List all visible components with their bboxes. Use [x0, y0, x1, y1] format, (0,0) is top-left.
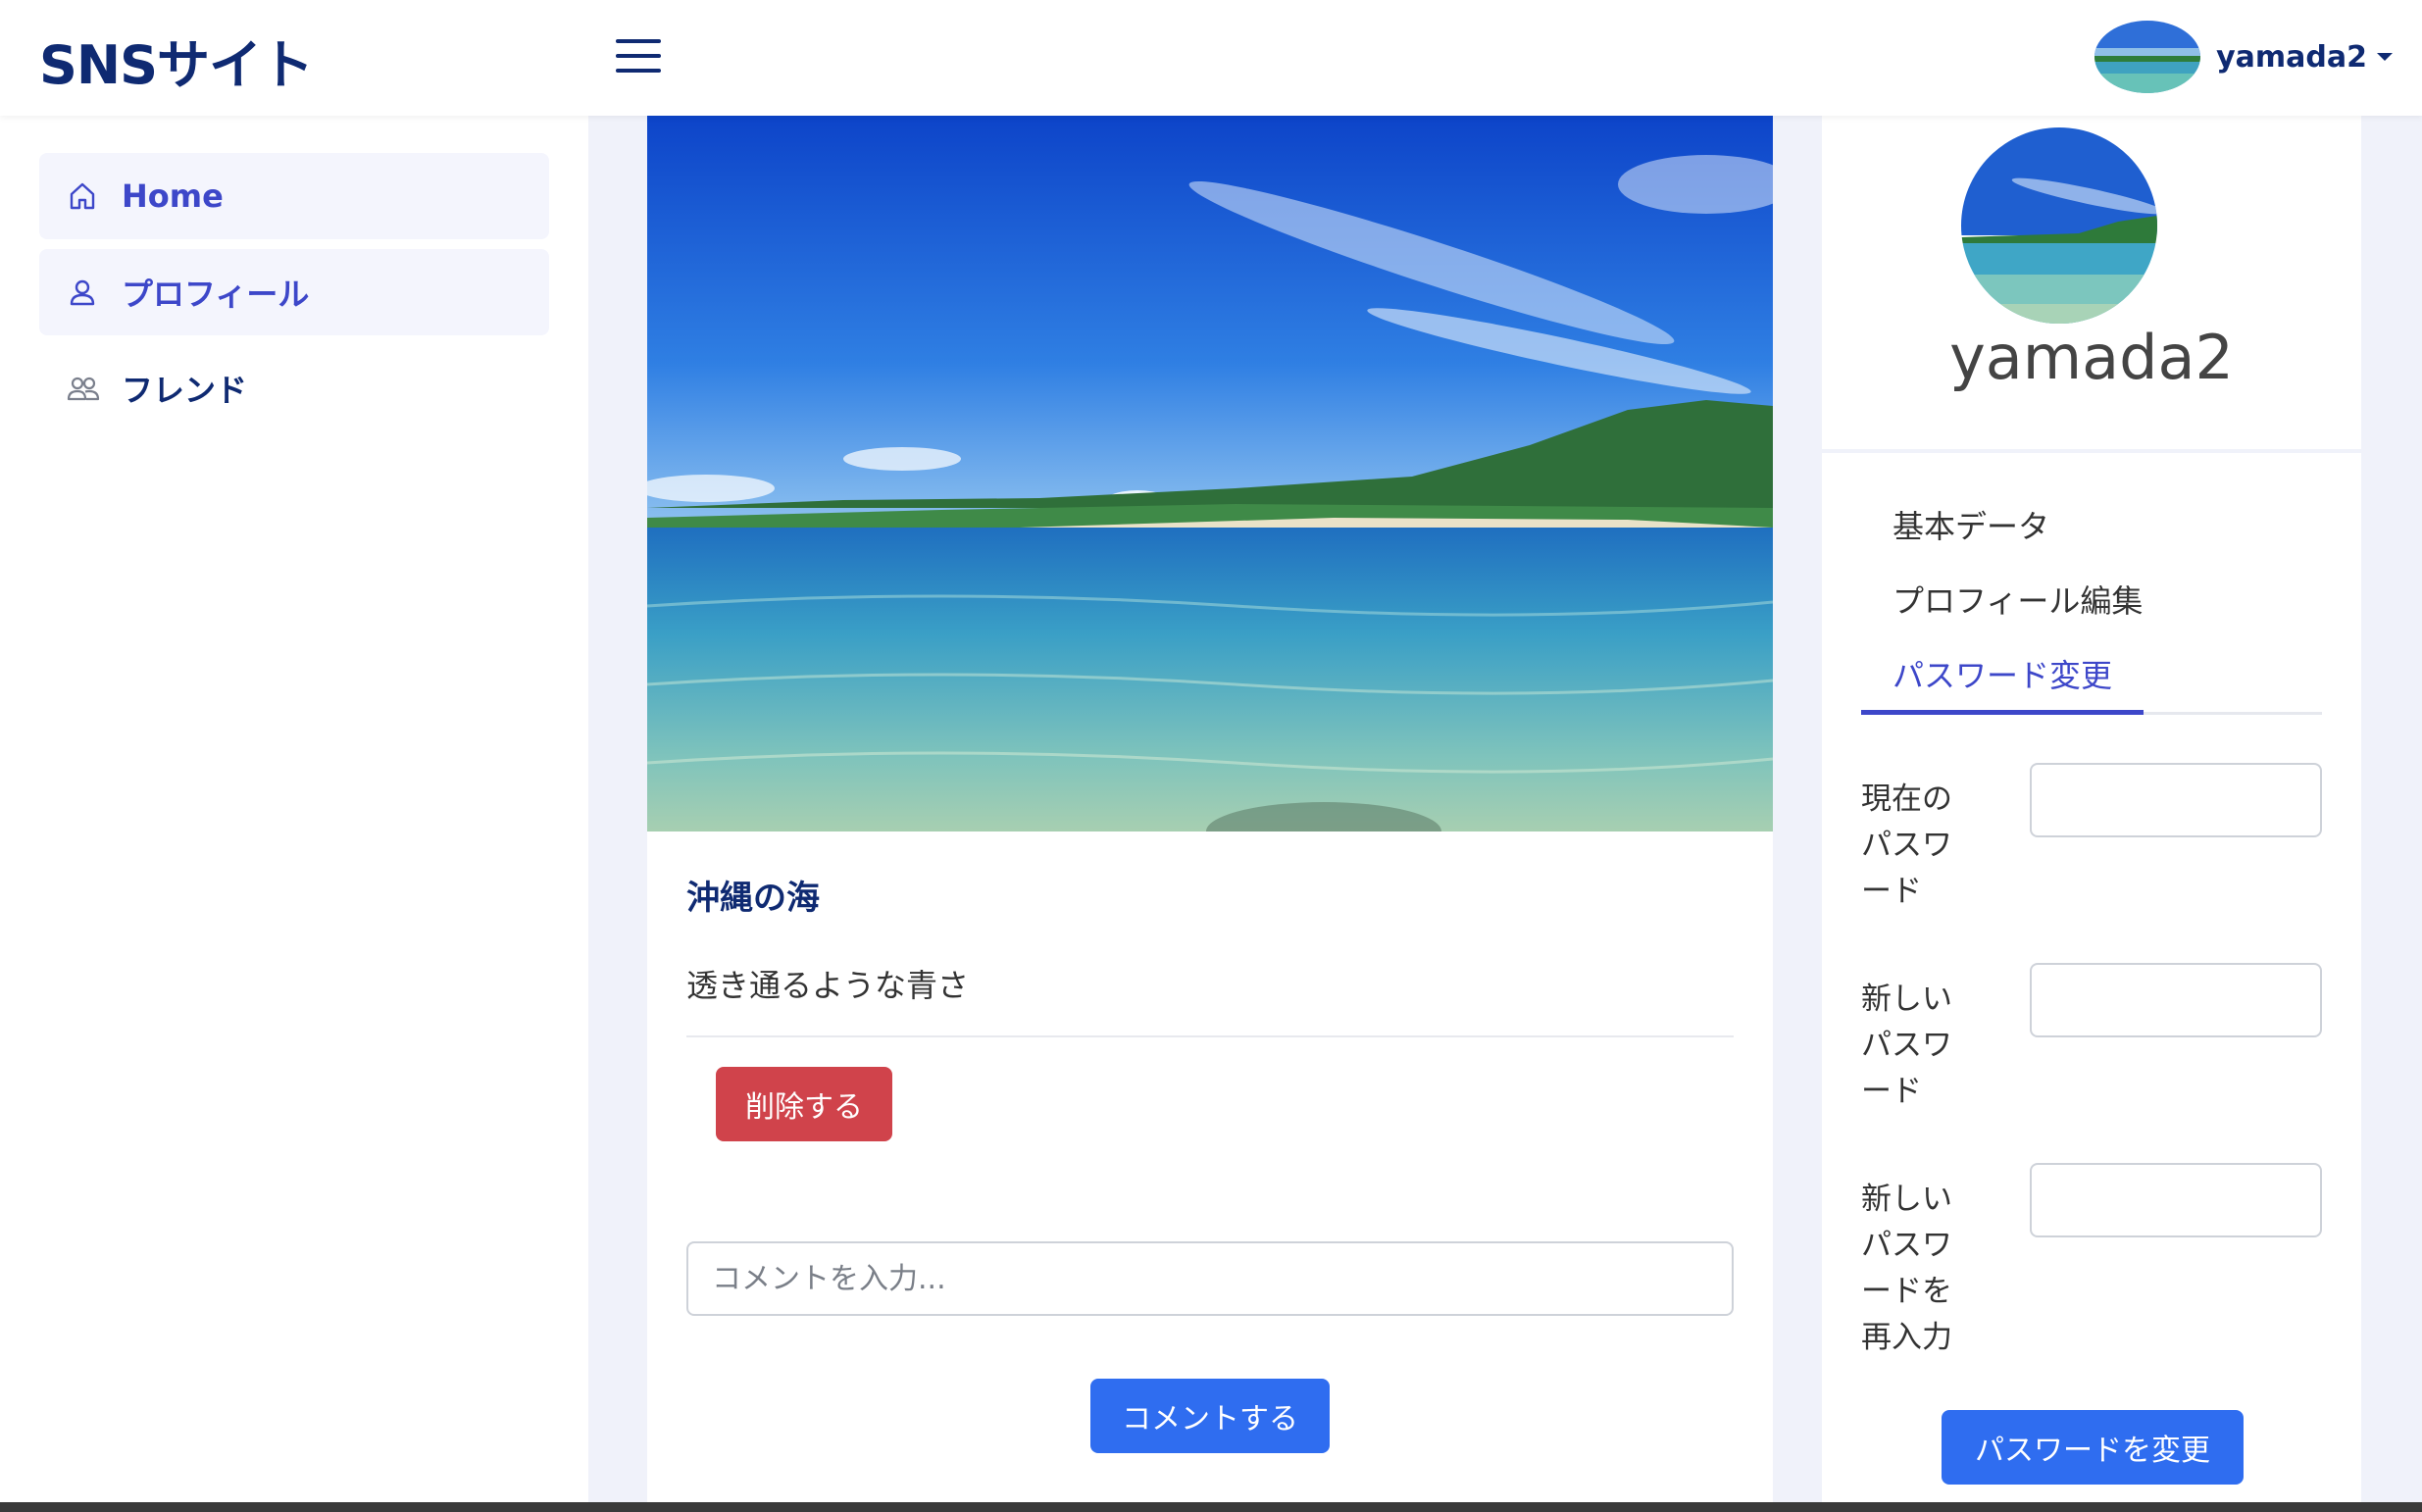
home-icon	[67, 178, 102, 214]
chevron-down-icon	[2377, 53, 2393, 61]
sidebar: Home プロフィール フレンド	[0, 116, 588, 1512]
post-card: 沖縄の海 透き通るような青さ 削除する コメントする	[647, 116, 1773, 1512]
current-password-label: 現在の パスワ ード	[1861, 781, 1952, 909]
confirm-password-input[interactable]	[2030, 1163, 2322, 1237]
sidebar-item-label: Home	[122, 177, 224, 215]
post-image	[647, 116, 1773, 832]
avatar	[2094, 21, 2201, 93]
friends-icon	[67, 371, 102, 406]
divider	[686, 1035, 1734, 1037]
new-password-label: 新しい パスワ ード	[1861, 982, 1952, 1109]
user-dropdown[interactable]: yamada2	[2094, 20, 2393, 94]
tab-profile-edit[interactable]: プロフィール編集	[1892, 577, 2143, 622]
site-logo[interactable]: SNSサイト	[39, 22, 314, 99]
tab-password-change[interactable]: パスワード変更	[1892, 651, 2112, 696]
sidebar-item-friends[interactable]: フレンド	[39, 345, 549, 431]
delete-button[interactable]: 削除する	[716, 1067, 892, 1141]
sidebar-item-label: プロフィール	[122, 276, 310, 313]
active-tab-indicator	[1861, 710, 2144, 715]
post-body: 透き通るような青さ	[686, 967, 970, 1004]
comment-input[interactable]	[686, 1241, 1734, 1316]
user-name: yamada2	[2216, 39, 2367, 75]
post-title: 沖縄の海	[686, 879, 820, 918]
change-password-button[interactable]: パスワードを変更	[1942, 1410, 2244, 1485]
sidebar-item-profile[interactable]: プロフィール	[39, 249, 549, 335]
sidebar-item-home[interactable]: Home	[39, 153, 549, 239]
sidebar-item-label: フレンド	[122, 372, 248, 409]
current-password-input[interactable]	[2030, 763, 2322, 837]
new-password-input[interactable]	[2030, 963, 2322, 1037]
beach-photo-thumbnail	[2094, 21, 2201, 93]
tab-basic-data[interactable]: 基本データ	[1892, 502, 2049, 547]
profile-card: yamada2	[1822, 116, 2361, 449]
confirm-password-label: 新しい パスワ ードを 再入力	[1861, 1182, 1952, 1355]
user-icon	[67, 275, 102, 310]
settings-card: 基本データ プロフィール編集 パスワード変更 現在の パスワ ード 新しい パス…	[1822, 453, 2361, 1512]
avatar	[1961, 127, 2157, 324]
window-bottom-edge	[0, 1502, 2422, 1512]
top-navbar: SNSサイト yamada2	[0, 0, 2422, 116]
profile-name: yamada2	[1949, 322, 2234, 393]
comment-submit-button[interactable]: コメントする	[1090, 1379, 1330, 1453]
menu-toggle-icon[interactable]	[616, 35, 661, 76]
